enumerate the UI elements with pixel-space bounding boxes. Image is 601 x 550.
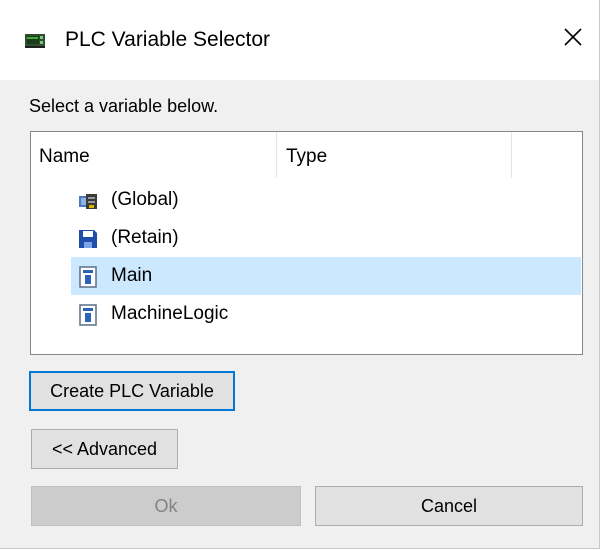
advanced-toggle-button[interactable]: << Advanced [31, 429, 178, 469]
global-module-icon [77, 190, 99, 212]
dialog-window: PLC Variable Selector Select a variable … [0, 0, 600, 549]
plc-device-icon [24, 31, 46, 49]
program-document-icon [77, 304, 99, 326]
list-item-main[interactable]: Main [71, 257, 581, 295]
list-header: Name Type [31, 132, 582, 178]
close-icon [563, 27, 583, 52]
save-disk-icon [77, 228, 99, 250]
create-plc-variable-button[interactable]: Create PLC Variable [29, 371, 235, 411]
list-item-machinelogic[interactable]: MachineLogic [71, 295, 581, 333]
list-item-label: (Global) [111, 189, 179, 210]
column-header-type[interactable]: Type [286, 146, 327, 168]
list-item-global[interactable]: (Global) [71, 181, 581, 219]
list-item-label: MachineLogic [111, 303, 229, 324]
column-divider[interactable] [276, 132, 277, 178]
list-item-label: Main [111, 265, 153, 286]
column-header-name[interactable]: Name [39, 146, 90, 168]
title-bar: PLC Variable Selector [0, 0, 599, 80]
program-document-icon [77, 266, 99, 288]
variable-list[interactable]: Name Type (Global) (Retain) Main Machine… [30, 131, 583, 355]
window-title: PLC Variable Selector [65, 28, 271, 51]
list-item-label: (Retain) [111, 227, 179, 248]
list-item-retain[interactable]: (Retain) [71, 219, 581, 257]
column-divider[interactable] [511, 132, 512, 178]
ok-button[interactable]: Ok [31, 486, 301, 526]
instruction-label: Select a variable below. [29, 96, 219, 116]
cancel-button[interactable]: Cancel [315, 486, 583, 526]
close-button[interactable] [550, 16, 596, 62]
